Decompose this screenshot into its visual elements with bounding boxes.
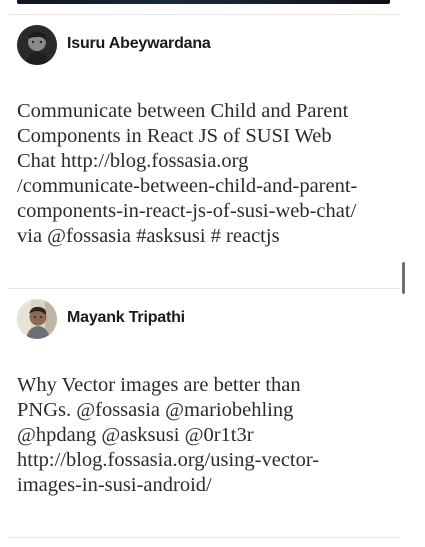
post-divider (8, 14, 400, 15)
avatar-photo-icon (17, 25, 57, 65)
author-name[interactable]: Mayank Tripathi (67, 309, 185, 327)
post-feed: Isuru Abeywardana Communicate between Ch… (0, 0, 425, 547)
post-text: Communicate between Child and Parent Com… (17, 100, 358, 247)
author-name[interactable]: Isuru Abeywardana (67, 35, 211, 53)
post-text: Why Vector images are better than PNGs. … (17, 374, 320, 496)
post-divider (8, 288, 400, 289)
avatar-photo-icon (17, 299, 57, 339)
post-divider (8, 537, 400, 538)
scrollbar-thumb[interactable] (402, 262, 405, 294)
author-avatar[interactable] (17, 299, 57, 339)
previous-post-image[interactable] (17, 0, 390, 4)
author-avatar[interactable] (17, 25, 57, 65)
